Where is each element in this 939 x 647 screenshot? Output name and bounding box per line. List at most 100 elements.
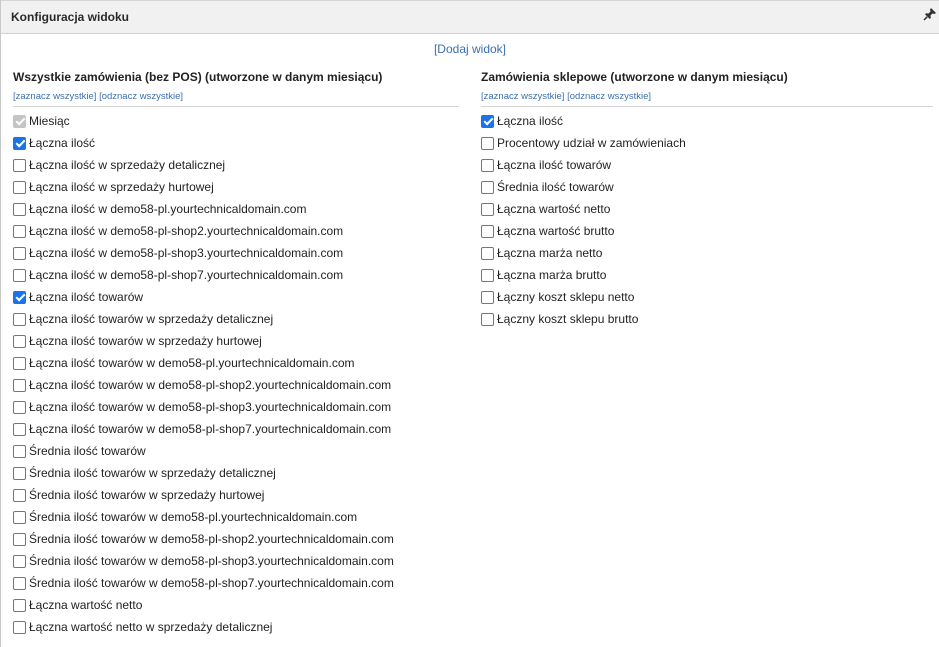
option-label: Średnia ilość towarów w sprzedaży hurtow…	[29, 488, 265, 502]
dialog-titlebar: Konfiguracja widoku	[1, 0, 939, 34]
option-row[interactable]: Procentowy udział w zamówieniach	[481, 132, 933, 154]
option-checkbox[interactable]	[13, 312, 26, 326]
option-label: Łączna ilość towarów w demo58-pl.yourtec…	[29, 356, 355, 370]
option-label: Łączna ilość w sprzedaży detalicznej	[29, 158, 226, 172]
option-checkbox[interactable]	[481, 180, 494, 194]
option-checkbox[interactable]	[13, 136, 26, 150]
right-select-all-link[interactable]: [zaznacz wszystkie]	[481, 91, 564, 102]
option-checkbox[interactable]	[481, 290, 494, 304]
option-row[interactable]: Średnia ilość towarów w demo58-pl-shop2.…	[13, 528, 459, 550]
option-label: Średnia ilość towarów w demo58-pl-shop7.…	[29, 576, 394, 590]
add-view-link[interactable]: [Dodaj widok]	[434, 42, 506, 56]
option-label: Średnia ilość towarów	[29, 444, 146, 458]
option-checkbox[interactable]	[481, 136, 494, 150]
option-row[interactable]: Łączna ilość towarów	[13, 286, 459, 308]
option-label: Miesiąc	[29, 114, 70, 128]
option-row[interactable]: Łączna ilość w demo58-pl.yourtechnicaldo…	[13, 198, 459, 220]
option-row[interactable]: Łączna ilość towarów w sprzedaży detalic…	[13, 308, 459, 330]
option-checkbox[interactable]	[13, 444, 26, 458]
option-label: Łączna wartość netto	[29, 598, 143, 612]
option-checkbox[interactable]	[13, 158, 26, 172]
view-config-dialog: Konfiguracja widoku [Dodaj widok] Wszyst…	[0, 0, 939, 647]
option-label: Łączna wartość netto	[497, 202, 611, 216]
option-row[interactable]: Średnia ilość towarów w demo58-pl.yourte…	[13, 506, 459, 528]
option-row[interactable]: Łączna ilość	[13, 132, 459, 154]
shop-orders-column: Zamówienia sklepowe (utworzone w danym m…	[481, 69, 933, 330]
option-row[interactable]: Łączny koszt sklepu brutto	[481, 308, 933, 330]
option-label: Średnia ilość towarów w demo58-pl-shop3.…	[29, 554, 394, 568]
option-checkbox[interactable]	[13, 334, 26, 348]
option-row[interactable]: Średnia ilość towarów	[481, 176, 933, 198]
left-selectors: [zaznacz wszystkie] [odznacz wszystkie]	[13, 90, 459, 107]
right-selectors: [zaznacz wszystkie] [odznacz wszystkie]	[481, 90, 933, 107]
option-row[interactable]: Łączna ilość towarów	[481, 154, 933, 176]
option-checkbox[interactable]	[13, 378, 26, 392]
option-row[interactable]: Łączna ilość towarów w sprzedaży hurtowe…	[13, 330, 459, 352]
option-checkbox[interactable]	[13, 180, 26, 194]
option-row[interactable]: Łączna ilość w demo58-pl-shop3.yourtechn…	[13, 242, 459, 264]
option-label: Łączna ilość towarów	[29, 290, 144, 304]
left-select-all-link[interactable]: [zaznacz wszystkie]	[13, 91, 96, 102]
right-deselect-all-link[interactable]: [odznacz wszystkie]	[567, 91, 651, 102]
option-row[interactable]: Łączna wartość netto w sprzedaży detalic…	[13, 616, 459, 638]
option-checkbox[interactable]	[13, 576, 26, 590]
option-label: Łączna ilość towarów w demo58-pl-shop2.y…	[29, 378, 392, 392]
option-checkbox[interactable]	[13, 620, 26, 634]
option-row[interactable]: Średnia ilość towarów w sprzedaży detali…	[13, 462, 459, 484]
option-row[interactable]: Łączna marża netto	[481, 242, 933, 264]
option-label: Łączna ilość towarów	[497, 158, 612, 172]
option-checkbox[interactable]	[13, 400, 26, 414]
option-checkbox[interactable]	[13, 422, 26, 436]
option-row[interactable]: Średnia ilość towarów w sprzedaży hurtow…	[13, 484, 459, 506]
option-label: Łączna ilość w demo58-pl-shop3.yourtechn…	[29, 246, 344, 260]
option-checkbox[interactable]	[13, 598, 26, 612]
option-label: Średnia ilość towarów w demo58-pl.yourte…	[29, 510, 358, 524]
option-label: Średnia ilość towarów w demo58-pl-shop2.…	[29, 532, 394, 546]
option-row[interactable]: Łączna ilość towarów w demo58-pl.yourtec…	[13, 352, 459, 374]
option-checkbox[interactable]	[13, 356, 26, 370]
option-checkbox[interactable]	[13, 510, 26, 524]
option-checkbox[interactable]	[13, 246, 26, 260]
option-checkbox[interactable]	[481, 268, 494, 282]
option-checkbox[interactable]	[13, 488, 26, 502]
option-label: Łączna wartość brutto	[497, 224, 615, 238]
option-checkbox[interactable]	[13, 532, 26, 546]
pin-icon[interactable]	[923, 7, 937, 21]
option-checkbox[interactable]	[13, 224, 26, 238]
option-row[interactable]: Miesiąc	[13, 110, 459, 132]
option-label: Łączna ilość	[29, 136, 96, 150]
all-orders-option-list: Miesiąc Łączna ilość Łączna ilość w sprzed…	[13, 110, 459, 638]
option-checkbox[interactable]	[13, 202, 26, 216]
option-row[interactable]: Łączny koszt sklepu netto	[481, 286, 933, 308]
option-checkbox[interactable]	[13, 466, 26, 480]
option-row[interactable]: Łączna ilość towarów w demo58-pl-shop3.y…	[13, 396, 459, 418]
option-row[interactable]: Średnia ilość towarów w demo58-pl-shop7.…	[13, 572, 459, 594]
option-row[interactable]: Łączna ilość w sprzedaży detalicznej	[13, 154, 459, 176]
option-row[interactable]: Łączna ilość w demo58-pl-shop7.yourtechn…	[13, 264, 459, 286]
option-checkbox[interactable]	[481, 312, 494, 326]
option-row[interactable]: Średnia ilość towarów	[13, 440, 459, 462]
option-row[interactable]: Łączna ilość w sprzedaży hurtowej	[13, 176, 459, 198]
option-row[interactable]: Średnia ilość towarów w demo58-pl-shop3.…	[13, 550, 459, 572]
option-row[interactable]: Łączna wartość netto	[13, 594, 459, 616]
option-checkbox[interactable]	[481, 224, 494, 238]
option-row[interactable]: Łączna ilość towarów w demo58-pl-shop2.y…	[13, 374, 459, 396]
option-row[interactable]: Łączna marża brutto	[481, 264, 933, 286]
option-checkbox[interactable]	[13, 268, 26, 282]
option-checkbox[interactable]	[481, 158, 494, 172]
option-checkbox[interactable]	[481, 202, 494, 216]
option-checkbox[interactable]	[13, 290, 26, 304]
option-checkbox[interactable]	[481, 246, 494, 260]
option-label: Łączna marża brutto	[497, 268, 607, 282]
left-deselect-all-link[interactable]: [odznacz wszystkie]	[99, 91, 183, 102]
option-row[interactable]: Łączna ilość w demo58-pl-shop2.yourtechn…	[13, 220, 459, 242]
option-row[interactable]: Łączna ilość	[481, 110, 933, 132]
option-row[interactable]: Łączna wartość netto	[481, 198, 933, 220]
option-label: Łączna ilość w sprzedaży hurtowej	[29, 180, 214, 194]
option-row[interactable]: Łączna ilość towarów w demo58-pl-shop7.y…	[13, 418, 459, 440]
option-label: Łączna marża netto	[497, 246, 603, 260]
option-checkbox[interactable]	[13, 554, 26, 568]
option-label: Łączna ilość w demo58-pl-shop2.yourtechn…	[29, 224, 344, 238]
option-row[interactable]: Łączna wartość brutto	[481, 220, 933, 242]
option-checkbox[interactable]	[481, 114, 494, 128]
